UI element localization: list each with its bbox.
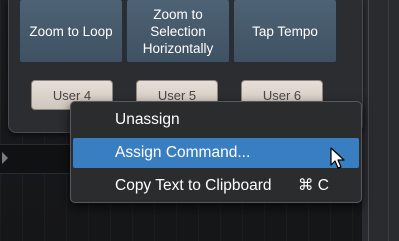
menu-item-label: Copy Text to Clipboard	[115, 177, 272, 194]
menu-item-assign-command[interactable]: Assign Command...	[73, 138, 359, 168]
divider	[368, 0, 369, 241]
arrow-pointer-icon	[330, 147, 345, 169]
divider	[388, 0, 389, 241]
menu-item-label: Unassign	[115, 111, 180, 128]
menu-item-label: Assign Command...	[115, 144, 251, 161]
tap-tempo-button[interactable]: Tap Tempo	[233, 0, 337, 63]
playhead-arrow-icon	[2, 152, 8, 164]
zoom-to-loop-button[interactable]: Zoom to Loop	[19, 0, 123, 63]
keyboard-shortcut: ⌘ C	[298, 177, 329, 194]
right-edge-panel	[362, 0, 399, 241]
menu-item-copy-text-to-clipboard[interactable]: Copy Text to Clipboard ⌘ C	[73, 171, 359, 201]
menu-item-unassign[interactable]: Unassign	[73, 105, 359, 135]
zoom-to-selection-horizontally-button[interactable]: Zoom to Selection Horizontally	[126, 0, 230, 63]
context-menu: Unassign Assign Command... Copy Text to …	[70, 101, 362, 203]
